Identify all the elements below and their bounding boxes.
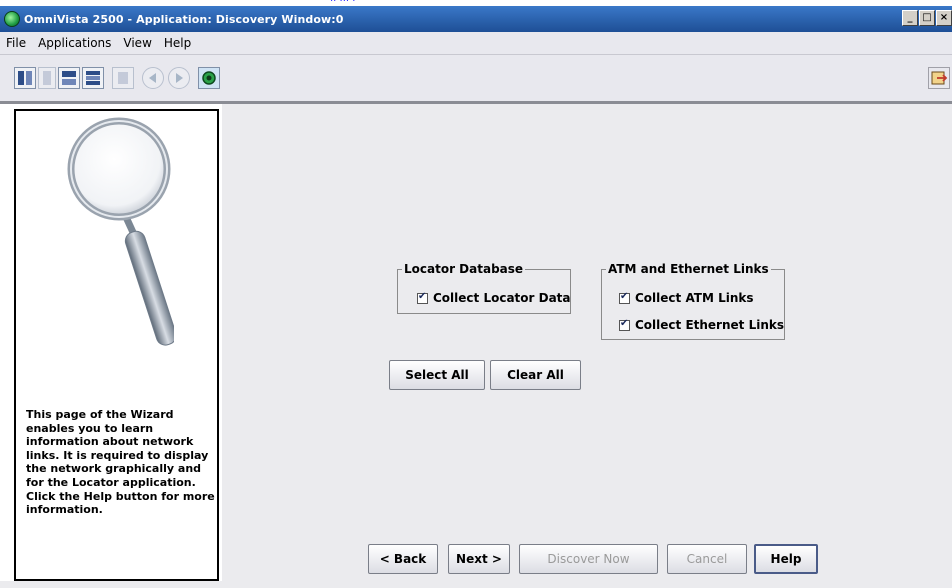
checkbox-checked-icon: [417, 291, 428, 304]
single-pane-icon[interactable]: [38, 67, 56, 89]
menu-file[interactable]: File: [0, 36, 32, 50]
exit-icon[interactable]: [928, 67, 950, 89]
maximize-button[interactable]: □: [919, 10, 935, 26]
locator-database-legend: Locator Database: [404, 262, 524, 276]
checkbox-label: Collect ATM Links: [635, 291, 754, 305]
checkbox-checked-icon: [619, 291, 630, 304]
omnivista-logo-icon: [4, 11, 20, 27]
clear-all-button[interactable]: Clear All: [490, 360, 581, 390]
window-controls: _ □ ×: [902, 10, 952, 26]
home-globe-icon[interactable]: [198, 67, 220, 89]
magnifying-glass-icon: [64, 117, 177, 347]
select-all-button[interactable]: Select All: [389, 360, 485, 390]
collect-atm-links-checkbox[interactable]: Collect ATM Links: [619, 291, 754, 305]
checkbox-label: Collect Ethernet Links: [635, 318, 784, 332]
back-button[interactable]: < Back: [368, 544, 438, 574]
locator-database-group: Locator Database: [397, 262, 571, 314]
horizontal-split-icon[interactable]: [58, 67, 80, 89]
wizard-info-panel: This page of the Wizard enables you to l…: [14, 109, 219, 581]
status-bar: [0, 581, 952, 588]
menu-applications[interactable]: Applications: [32, 36, 117, 50]
cancel-button[interactable]: Cancel: [667, 544, 747, 574]
forward-arrow-icon[interactable]: [168, 67, 190, 89]
minimize-button[interactable]: _: [902, 10, 918, 26]
atm-ethernet-links-legend: ATM and Ethernet Links: [608, 262, 769, 276]
checkbox-label: Collect Locator Data: [433, 291, 571, 305]
toolbar: [0, 55, 952, 104]
wizard-help-text: This page of the Wizard enables you to l…: [26, 408, 215, 517]
collect-ethernet-links-checkbox[interactable]: Collect Ethernet Links: [619, 318, 784, 332]
back-arrow-icon[interactable]: [142, 67, 164, 89]
wizard-content: Locator Database Collect Locator Data AT…: [222, 104, 952, 582]
next-button[interactable]: Next >: [448, 544, 510, 574]
help-button[interactable]: Help: [754, 544, 818, 574]
collect-locator-data-checkbox[interactable]: Collect Locator Data: [417, 291, 571, 305]
discover-now-button[interactable]: Discover Now: [519, 544, 658, 574]
close-button[interactable]: ×: [936, 10, 952, 26]
title-bar: OmniVista 2500 - Application: Discovery …: [0, 6, 952, 32]
menu-help[interactable]: Help: [158, 36, 197, 50]
stacked-panes-icon[interactable]: [82, 67, 104, 89]
menu-view[interactable]: View: [117, 36, 157, 50]
window-title: OmniVista 2500 - Application: Discovery …: [24, 12, 344, 26]
detach-pane-icon[interactable]: [112, 67, 134, 89]
menu-bar: File Applications View Help: [0, 32, 952, 55]
vertical-split-icon[interactable]: [14, 67, 36, 89]
checkbox-checked-icon: [619, 318, 630, 331]
